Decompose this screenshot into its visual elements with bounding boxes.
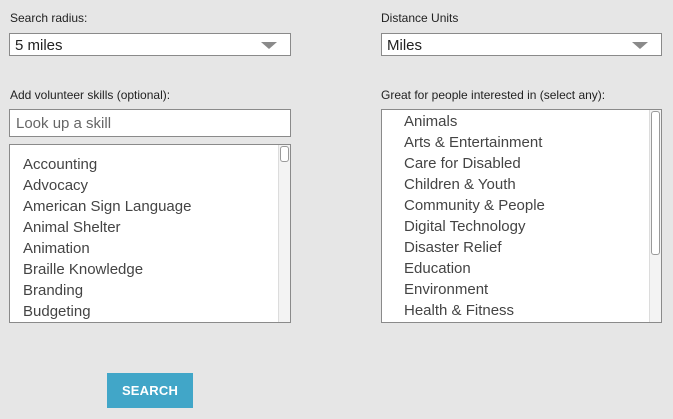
list-item[interactable]: Budgeting [23, 301, 191, 322]
skill-search-input[interactable] [9, 109, 291, 137]
distance-units-value: Miles [387, 37, 423, 54]
interests-scrollbar[interactable] [649, 110, 661, 322]
chevron-down-icon[interactable] [632, 42, 648, 49]
list-item[interactable]: Education [404, 258, 545, 279]
list-item[interactable]: Environment [404, 279, 545, 300]
list-item[interactable]: Digital Technology [404, 216, 545, 237]
list-item[interactable]: Care for Disabled [404, 153, 545, 174]
list-item[interactable]: American Sign Language [23, 196, 191, 217]
interests-label: Great for people interested in (select a… [381, 88, 606, 102]
chevron-down-icon[interactable] [261, 42, 277, 49]
list-item[interactable]: Animation [23, 238, 191, 259]
skills-scrollbar[interactable] [278, 145, 290, 322]
list-item[interactable]: Disaster Relief [404, 237, 545, 258]
skills-list: Accounting Advocacy American Sign Language… [23, 154, 191, 322]
search-button[interactable]: SEARCH [107, 373, 193, 408]
skills-listbox[interactable]: Accounting Advocacy American Sign Language… [9, 144, 291, 323]
interests-listbox[interactable]: Animals Arts & Entertainment Care for Disa… [381, 109, 662, 323]
list-item[interactable]: Health & Fitness [404, 300, 545, 321]
list-item[interactable]: Braille Knowledge [23, 259, 191, 280]
list-item[interactable]: Animal Shelter [23, 217, 191, 238]
list-item[interactable]: Arts & Entertainment [404, 132, 545, 153]
distance-units-select[interactable]: Miles [381, 33, 662, 56]
list-item[interactable]: Community & People [404, 195, 545, 216]
list-item[interactable]: Advocacy [23, 175, 191, 196]
list-item[interactable]: Animals [404, 111, 545, 132]
interests-list: Animals Arts & Entertainment Care for Disa… [404, 111, 545, 321]
list-item[interactable]: Children & Youth [404, 174, 545, 195]
skills-scroll-thumb[interactable] [280, 146, 289, 162]
list-item[interactable]: Accounting [23, 154, 191, 175]
skills-label: Add volunteer skills (optional): [10, 88, 171, 102]
search-radius-label: Search radius: [10, 11, 88, 25]
search-radius-select[interactable]: 5 miles [9, 33, 291, 56]
search-radius-value: 5 miles [15, 37, 63, 54]
interests-scroll-thumb[interactable] [651, 111, 660, 255]
list-item[interactable]: Branding [23, 280, 191, 301]
distance-units-label: Distance Units [381, 11, 459, 25]
